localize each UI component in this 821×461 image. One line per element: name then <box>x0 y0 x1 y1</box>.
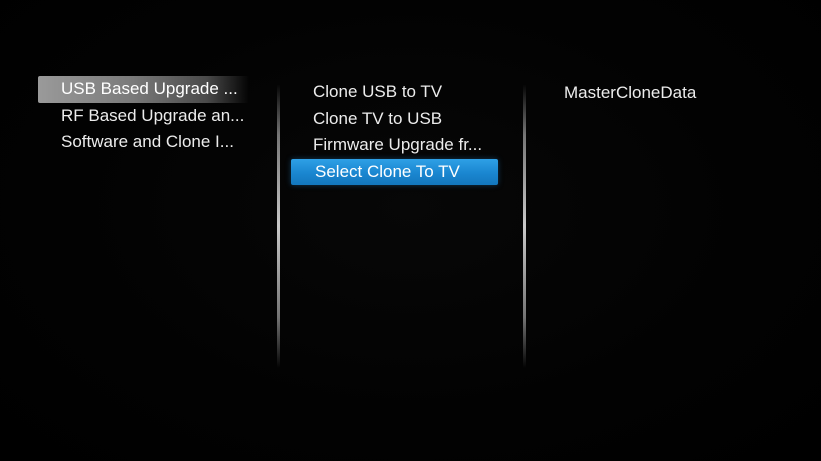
menu-item-software-and-clone[interactable]: Software and Clone I... <box>38 129 254 156</box>
menu-item-master-clone-data[interactable]: MasterCloneData <box>558 80 706 107</box>
menu-item-select-clone-to-tv[interactable]: Select Clone To TV <box>291 158 498 185</box>
menu-item-usb-based-upgrade[interactable]: USB Based Upgrade ... <box>38 76 249 103</box>
tv-menu-screen: USB Based Upgrade ... RF Based Upgrade a… <box>0 0 821 461</box>
menu-column-1: USB Based Upgrade ... RF Based Upgrade a… <box>38 0 260 461</box>
menu-item-firmware-upgrade[interactable]: Firmware Upgrade fr... <box>291 132 498 159</box>
menu-item-rf-based-upgrade[interactable]: RF Based Upgrade an... <box>38 103 254 130</box>
menu-list-level-3: MasterCloneData <box>558 80 706 107</box>
menu-list-level-1: USB Based Upgrade ... RF Based Upgrade a… <box>38 76 254 156</box>
column-divider-1 <box>277 84 280 368</box>
menu-item-clone-tv-to-usb[interactable]: Clone TV to USB <box>291 106 498 133</box>
menu-item-clone-usb-to-tv[interactable]: Clone USB to TV <box>291 79 498 106</box>
menu-list-level-2: Clone USB to TV Clone TV to USB Firmware… <box>291 79 498 185</box>
menu-column-2: Clone USB to TV Clone TV to USB Firmware… <box>291 0 501 461</box>
menu-column-3: MasterCloneData <box>548 0 788 461</box>
column-divider-2 <box>523 84 526 368</box>
